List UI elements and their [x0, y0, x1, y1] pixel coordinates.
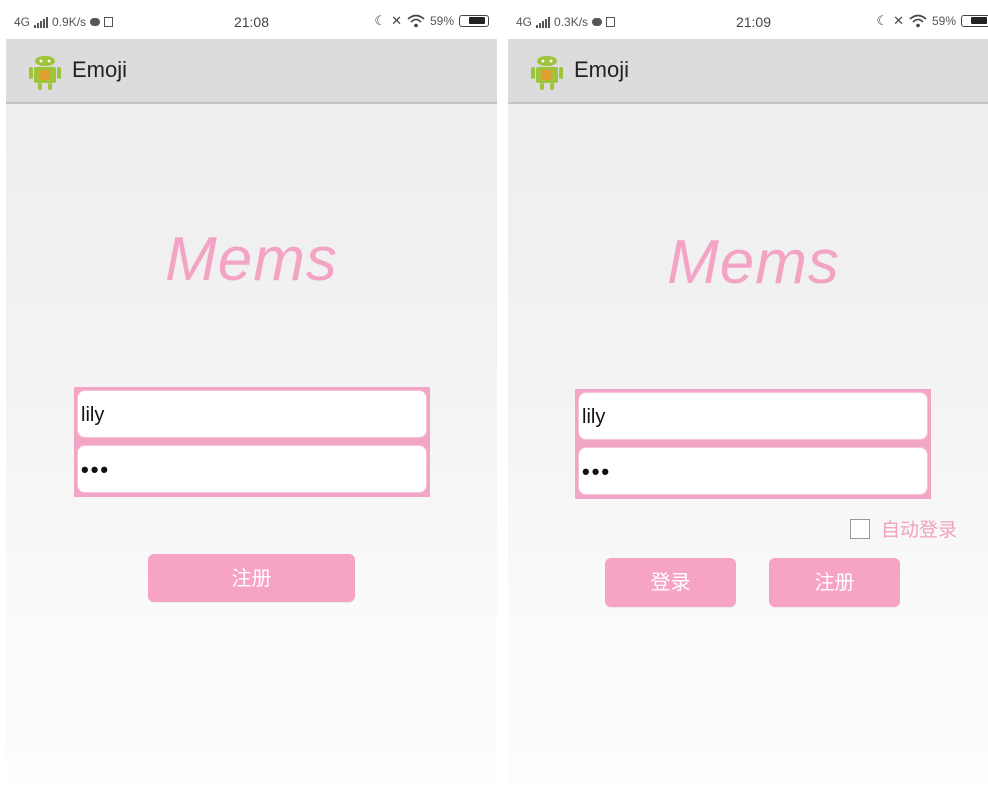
username-input[interactable]: lily: [578, 392, 928, 440]
auto-login-checkbox[interactable]: [850, 518, 870, 539]
username-input[interactable]: lily: [77, 390, 427, 438]
auto-login-label: 自动登录: [881, 519, 958, 541]
battery-icon: [459, 15, 489, 27]
battery-icon: [961, 15, 988, 27]
brand-title: Mems: [667, 228, 840, 297]
login-form: lily •••: [575, 389, 931, 499]
password-input[interactable]: •••: [578, 447, 928, 495]
login-form: lily •••: [74, 387, 430, 497]
password-input[interactable]: •••: [77, 445, 427, 493]
phone-screen-register: 4G 0.9K/s 21:08 ☾ ✕ 59% Emoji Mems lily …: [6, 4, 497, 786]
login-button[interactable]: 登录: [605, 558, 736, 607]
wifi-icon: [909, 14, 927, 28]
moon-icon: ☾: [876, 13, 889, 28]
auto-login-option[interactable]: 自动登录: [850, 515, 957, 542]
register-button[interactable]: 注册: [148, 554, 355, 602]
mute-icon: ✕: [893, 13, 904, 28]
brand-title: Mems: [165, 225, 338, 294]
phone-screen-login: 4G 0.3K/s 21:09 ☾ ✕ 59% Emoji Mems lily …: [508, 4, 988, 786]
app-title: Emoji: [574, 57, 630, 82]
app-title: Emoji: [72, 57, 128, 82]
battery-percent: 59%: [931, 14, 956, 28]
battery-percent: 59%: [429, 14, 454, 28]
android-app-icon: [29, 56, 61, 90]
wifi-icon: [407, 14, 425, 28]
register-button[interactable]: 注册: [769, 558, 900, 607]
app-bar: Emoji: [508, 39, 988, 104]
moon-icon: ☾: [374, 13, 387, 28]
status-bar: 4G 0.9K/s 21:08 ☾ ✕ 59%: [6, 4, 497, 39]
android-app-icon: [531, 56, 563, 90]
mute-icon: ✕: [391, 13, 402, 28]
app-bar: Emoji: [6, 39, 497, 104]
status-bar: 4G 0.3K/s 21:09 ☾ ✕ 59%: [508, 4, 988, 39]
